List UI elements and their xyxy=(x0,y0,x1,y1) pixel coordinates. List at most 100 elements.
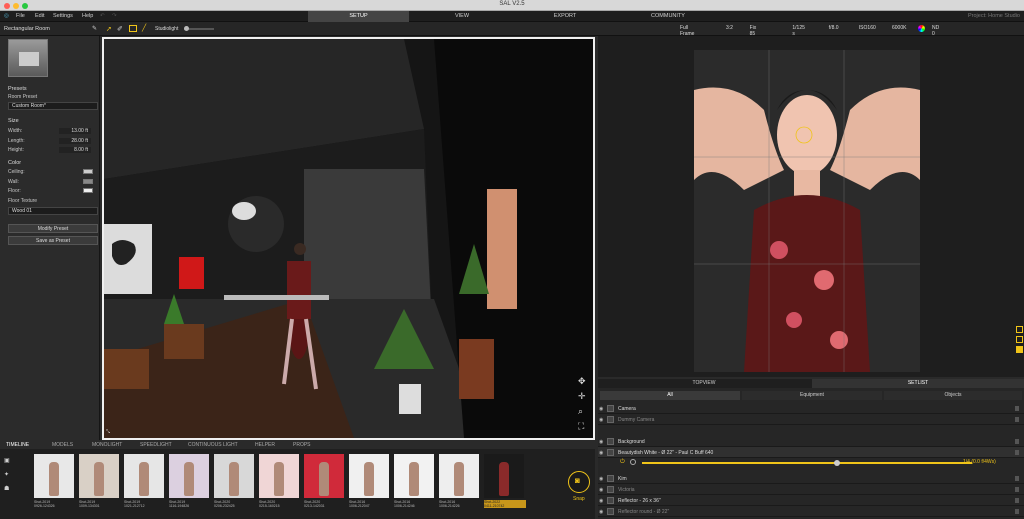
setlist-row[interactable]: ◉ Reflector - 26 x 36" xyxy=(598,495,1024,506)
visibility-eye-icon[interactable]: ◉ xyxy=(599,509,603,515)
project-name: Project: Home Studio xyxy=(968,13,1020,19)
tab-view[interactable]: VIEW xyxy=(412,11,512,22)
color-section-title[interactable]: Color xyxy=(8,160,21,166)
undo-icon[interactable]: ↶ xyxy=(100,13,105,19)
power-slider[interactable] xyxy=(642,460,972,466)
power-reset-button[interactable] xyxy=(630,459,636,465)
filter-objects[interactable]: Objects xyxy=(884,391,1022,400)
lock-icon[interactable] xyxy=(1015,439,1019,444)
setlist-row[interactable]: ◉ Background xyxy=(598,436,1024,447)
visibility-eye-icon[interactable]: ◉ xyxy=(599,487,603,493)
color-wheel-icon[interactable] xyxy=(918,25,925,32)
setlist-row[interactable]: ◉ Victoria xyxy=(598,484,1024,495)
camera-filter-icon[interactable]: ▣ xyxy=(4,457,10,464)
focus-overlay-icon[interactable] xyxy=(1016,346,1023,353)
pin-icon[interactable]: ✎ xyxy=(92,25,97,32)
move-icon[interactable]: ✥ xyxy=(578,376,586,387)
visibility-eye-icon[interactable]: ◉ xyxy=(599,406,603,412)
power-slider-handle[interactable] xyxy=(834,460,840,466)
thumbnail-strip: Shot-2019 0926-124326 Shot-2019 1009-134301… xyxy=(30,441,560,519)
measure-tool-icon[interactable]: ╱ xyxy=(142,24,146,32)
timeline-thumbnail[interactable] xyxy=(394,454,434,498)
size-section-title[interactable]: Size xyxy=(8,118,19,124)
lock-icon[interactable] xyxy=(1015,476,1019,481)
tab-timeline[interactable]: TIMELINE xyxy=(6,441,29,449)
light-filter-icon[interactable]: ✦ xyxy=(4,471,9,478)
redo-icon[interactable]: ↷ xyxy=(112,13,117,19)
lock-icon[interactable] xyxy=(1015,406,1019,411)
model-filter-icon[interactable]: ☗ xyxy=(4,485,9,492)
visibility-eye-icon[interactable]: ◉ xyxy=(599,417,603,423)
lock-icon[interactable] xyxy=(1015,487,1019,492)
filter-equipment[interactable]: Equipment xyxy=(742,391,882,400)
crop-overlay-icon[interactable] xyxy=(1016,336,1023,343)
grid-overlay-icon[interactable] xyxy=(1016,326,1023,333)
setlist-row[interactable]: ◉ Dummy Camera xyxy=(598,414,1024,425)
width-field[interactable]: 13.00 ft xyxy=(59,128,91,134)
height-field[interactable]: 8.00 ft xyxy=(59,147,91,153)
setlist-row[interactable]: ◉ Reflector round - Ø 22" xyxy=(598,506,1024,517)
lock-icon[interactable] xyxy=(1015,417,1019,422)
visibility-eye-icon[interactable]: ◉ xyxy=(599,498,603,504)
menu-help[interactable]: Help xyxy=(82,13,93,19)
camera-setting-6[interactable]: 6000K xyxy=(892,25,906,31)
timeline-thumbnail[interactable] xyxy=(124,454,164,498)
visibility-eye-icon[interactable]: ◉ xyxy=(599,450,603,456)
menu-settings[interactable]: Settings xyxy=(53,13,73,19)
timeline-thumbnail[interactable] xyxy=(169,454,209,498)
timeline-thumbnail[interactable] xyxy=(349,454,389,498)
floor-texture-select[interactable]: Wood 01 xyxy=(8,207,98,215)
timeline-thumbnail[interactable] xyxy=(484,454,524,498)
setlist-row[interactable]: ◉ Beautydish White - Ø 22" - Paul C Buff … xyxy=(598,447,1024,458)
3d-viewport[interactable]: ✥ ✛ ⌕ ⛶ ⤡ xyxy=(102,37,595,440)
tab-export[interactable]: EXPORT xyxy=(515,11,615,22)
pan-icon[interactable]: ✛ xyxy=(578,391,586,402)
camera-setting-4[interactable]: f/8.0 xyxy=(829,25,839,31)
wall-color-swatch[interactable] xyxy=(83,179,93,184)
lock-icon[interactable] xyxy=(1015,498,1019,503)
expand-icon[interactable]: ⤡ xyxy=(106,429,110,435)
visibility-eye-icon[interactable]: ◉ xyxy=(599,476,603,482)
timeline-thumbnail[interactable] xyxy=(439,454,479,498)
room-preset-select[interactable]: Custom Room* xyxy=(8,102,98,110)
setlist-row[interactable]: ◉ Camera xyxy=(598,403,1024,414)
tab-topview[interactable]: TOPVIEW xyxy=(598,379,810,388)
fit-view-icon[interactable]: ⛶ xyxy=(578,421,584,432)
panel-title: Rectangular Room xyxy=(4,26,50,32)
camera-setting-1[interactable]: 3:2 xyxy=(726,25,733,31)
ceiling-color-swatch[interactable] xyxy=(83,169,93,174)
length-field[interactable]: 28.00 ft xyxy=(59,138,91,144)
menu-edit[interactable]: Edit xyxy=(35,13,44,19)
grid-tool-icon[interactable] xyxy=(129,25,137,32)
select-tool-icon[interactable]: ➚ xyxy=(106,25,112,33)
zoom-icon[interactable]: ⌕ xyxy=(578,406,583,417)
timeline-thumbnail[interactable] xyxy=(34,454,74,498)
thumbnail-date: 1021-212712 xyxy=(124,504,145,508)
lock-icon[interactable] xyxy=(1015,509,1019,514)
presets-section-title[interactable]: Presets xyxy=(8,86,27,92)
snap-button[interactable]: ◙ xyxy=(568,471,590,493)
menu-file[interactable]: File xyxy=(16,13,25,19)
floor-color-swatch[interactable] xyxy=(83,188,93,193)
studiolight-slider[interactable] xyxy=(184,26,214,31)
save-as-preset-button[interactable]: Save as Preset xyxy=(8,236,98,245)
filter-all[interactable]: All xyxy=(600,391,740,400)
timeline-thumbnail[interactable] xyxy=(304,454,344,498)
camera-setting-5[interactable]: ISO160 xyxy=(859,25,876,31)
visibility-eye-icon[interactable]: ◉ xyxy=(599,439,603,445)
camera-view-panel[interactable] xyxy=(598,36,1024,377)
slider-handle[interactable] xyxy=(184,26,189,31)
thumbnail-date: 0213-142031 xyxy=(304,504,325,508)
timeline-thumbnail[interactable] xyxy=(259,454,299,498)
view-side-tools xyxy=(1016,326,1024,366)
modify-preset-button[interactable]: Modify Preset xyxy=(8,224,98,233)
tab-community[interactable]: COMMUNITY xyxy=(618,11,718,22)
timeline-thumbnail[interactable] xyxy=(214,454,254,498)
brush-tool-icon[interactable]: ✐ xyxy=(117,25,123,33)
tab-setup[interactable]: SETUP xyxy=(308,11,409,22)
timeline-thumbnail[interactable] xyxy=(79,454,119,498)
room-preset-value: Custom Room* xyxy=(12,103,46,109)
setlist-row[interactable]: ◉ Kim xyxy=(598,473,1024,484)
tab-setlist[interactable]: SETLIST xyxy=(812,379,1024,388)
lock-icon[interactable] xyxy=(1015,450,1019,455)
